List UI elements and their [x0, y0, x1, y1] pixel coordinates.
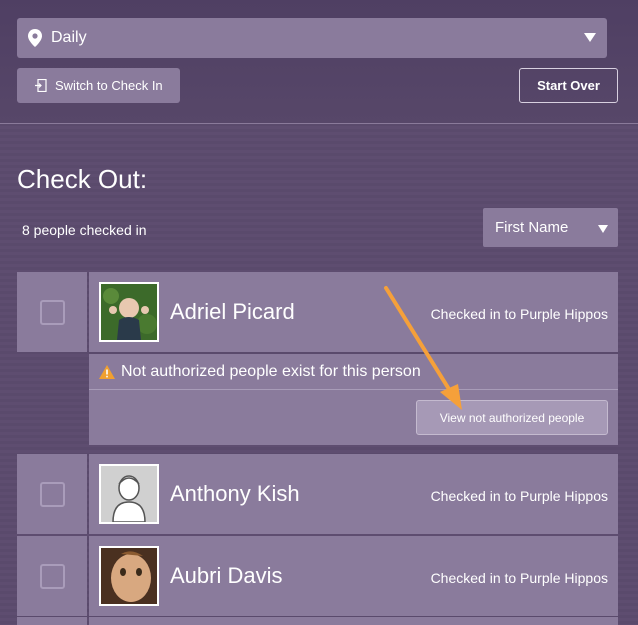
chevron-down-icon [584, 33, 596, 42]
person-checkbox[interactable] [40, 482, 65, 507]
check-in-status: Checked in to Purple Hippos [430, 488, 608, 504]
person-checkbox[interactable] [40, 300, 65, 325]
warning-text: Not authorized people exist for this per… [121, 362, 421, 380]
person-checkbox[interactable] [40, 564, 65, 589]
checked-in-count: 8 people checked in [22, 222, 147, 238]
child-photo-icon [101, 548, 157, 604]
avatar [99, 282, 159, 342]
person-name: Anthony Kish [170, 481, 300, 506]
sort-select-value: First Name [495, 219, 569, 236]
page-title: Check Out: [17, 164, 148, 194]
default-avatar-icon [101, 466, 157, 522]
switch-button-label: Switch to Check In [55, 78, 163, 93]
row-check-cell [17, 454, 87, 534]
avatar [99, 546, 159, 606]
check-in-status: Checked in to Purple Hippos [430, 306, 608, 322]
switch-icon [35, 79, 47, 92]
person-cell[interactable]: Anthony Kish Checked in to Purple Hippos [89, 454, 618, 534]
row-check-cell [17, 272, 87, 352]
location-select-value: Daily [51, 29, 87, 46]
view-not-authorized-button[interactable]: View not authorized people [416, 400, 608, 435]
person-name: Aubri Davis [170, 563, 283, 588]
person-name: Adriel Picard [170, 299, 295, 324]
person-cell[interactable]: Aubri Davis Checked in to Purple Hippos [89, 536, 618, 616]
row-check-cell [17, 536, 87, 616]
next-row-partial [17, 617, 618, 625]
warning-icon [99, 364, 115, 379]
warning-panel: Not authorized people exist for this per… [89, 354, 618, 445]
start-over-button[interactable]: Start Over [519, 68, 618, 103]
chevron-down-icon [598, 225, 608, 233]
check-in-status: Checked in to Purple Hippos [430, 570, 608, 586]
child-photo-icon [101, 284, 157, 340]
location-select[interactable]: Daily [17, 18, 607, 58]
avatar [99, 464, 159, 524]
header-bar: Daily Switch to Check In Start Over [0, 0, 638, 124]
switch-to-check-in-button[interactable]: Switch to Check In [17, 68, 180, 103]
location-pin-icon [28, 29, 42, 47]
sort-select[interactable]: First Name [483, 208, 618, 247]
person-cell[interactable]: Adriel Picard Checked in to Purple Hippo… [89, 272, 618, 352]
warning-message: Not authorized people exist for this per… [89, 354, 618, 390]
